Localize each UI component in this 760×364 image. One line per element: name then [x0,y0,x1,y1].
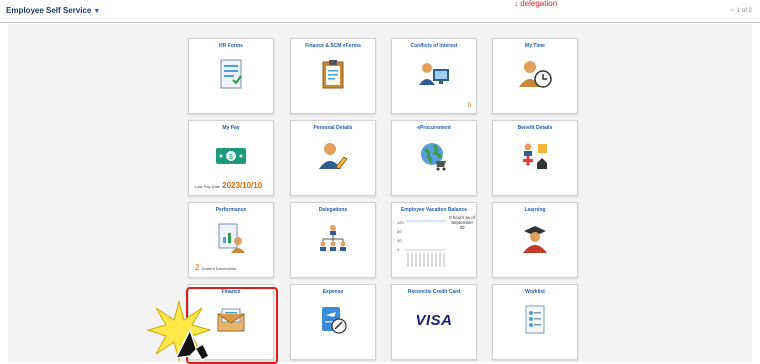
tick-label: 120 [397,220,404,225]
tile-learning[interactable]: Learning [492,202,578,278]
tile-title: Expense [322,289,344,295]
person-computer-icon [392,57,476,91]
tick-label: 0 [397,247,400,252]
tile-delegations[interactable]: Delegations [290,202,376,278]
tile-title: Worklist [525,289,545,295]
homepage-selector[interactable]: Employee Self Service ▼ [6,6,100,15]
click-pointer-icon [146,300,212,362]
tile-grid: HR Forms Finance & SCM eForms Conflicts … [8,24,752,362]
tile-finance-scm-eforms[interactable]: Finance & SCM eForms [290,38,376,114]
tile-employee-vacation-balance[interactable]: Employee Vacation Balance 120 80 40 0 0 … [391,202,477,278]
page-count: 1 of 2 [736,8,752,14]
tile-title: Benefit Details [517,125,553,131]
svg-text:$: $ [229,154,233,161]
tile-title: Conflicts of Interest [410,43,458,49]
tile-reconcile-credit-card[interactable]: Reconcile Credit Card VISA [391,284,477,360]
tile-benefit-details[interactable]: Benefit Details [492,120,578,196]
tile-title: Finance & SCM eForms [305,43,361,49]
tile-eprocurement[interactable]: eProcurement [391,120,477,196]
tile-count-badge: 0 [467,103,471,109]
visa-logo-text: VISA [415,311,453,329]
tile-expense[interactable]: Expense [290,284,376,360]
chevron-left-icon: < [730,8,734,14]
tile-title: Delegations [318,207,348,213]
person-pencil-icon [291,139,375,173]
tile-title: Reconcile Credit Card [407,289,461,295]
document-form-icon [189,57,273,91]
tile-conflicts-of-interest[interactable]: Conflicts of Interest 0 [391,38,477,114]
vacation-balance-label: 0 hours as of September 30 [448,215,475,230]
tile-title: HR Forms [219,43,243,49]
person-clock-icon [493,57,577,91]
last-pay-date: Last Pay Date 2023/10/10 [195,181,262,190]
page-indicator[interactable]: <1 of 2 [730,8,752,14]
benefits-icon [493,139,577,173]
current-documents: 2 Current Documents [195,263,236,272]
tile-title: Learning [524,207,546,213]
tile-worklist[interactable]: Worklist [492,284,578,360]
chevron-down-icon: ▼ [93,8,101,15]
current-documents-label: Current Documents [201,266,237,271]
graduate-icon [493,221,577,255]
tile-hr-forms[interactable]: HR Forms [188,38,274,114]
tile-my-pay[interactable]: My Pay $ Last Pay Date 2023/10/10 [188,120,274,196]
tile-performance[interactable]: Performance 2 Current Documents [188,202,274,278]
document-chart-icon [189,221,273,255]
clipboard-icon [291,57,375,91]
tile-personal-details[interactable]: Personal Details [290,120,376,196]
homepage-title: Employee Self Service [6,6,92,15]
tile-title: Performance [215,207,247,213]
visa-logo: VISA [392,303,476,337]
tile-title: Employee Vacation Balance [400,207,468,213]
current-documents-count: 2 [195,263,200,272]
org-chart-icon [291,221,375,255]
last-pay-date-value: 2023/10/10 [222,181,263,190]
tile-title: eProcurement [417,125,451,131]
tile-title: My Time [525,43,545,49]
tick-label: 80 [397,229,402,234]
tile-title: My Pay [222,125,240,131]
cash-icon: $ [189,139,273,173]
last-pay-date-label: Last Pay Date [195,184,221,189]
travel-expense-icon [291,303,375,337]
tile-my-time[interactable]: My Time [492,38,578,114]
globe-cart-icon [392,139,476,173]
tile-title: Personal Details [313,125,353,131]
app-header: Employee Self Service ▼ ↓ delegation <1 o… [0,0,760,23]
annotation-note: ↓ delegation [514,0,558,8]
worklist-icon [493,303,577,337]
tick-label: 40 [397,238,402,243]
